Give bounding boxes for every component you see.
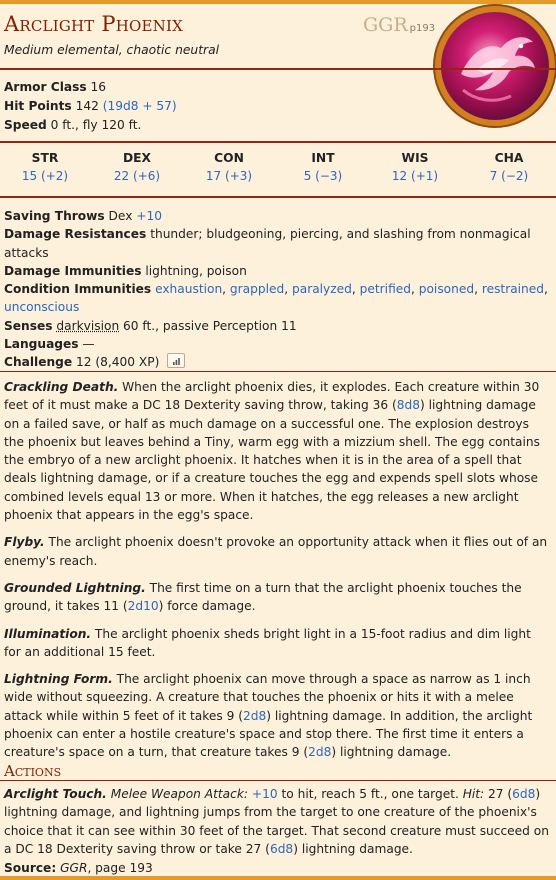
dice-roll-link[interactable]: 6d8: [512, 787, 535, 801]
condition-link-unconscious[interactable]: unconscious: [4, 300, 79, 314]
monster-token-image[interactable]: [441, 12, 549, 120]
challenge: Challenge 12 (8,400 XP): [4, 353, 548, 371]
traits-list: Crackling Death. When the arclight phoen…: [4, 378, 550, 771]
trait-grounded-lightning: Grounded Lightning. The first time on a …: [4, 580, 522, 614]
trait-crackling-death: Crackling Death. When the arclight phoen…: [4, 380, 540, 523]
condition-link-grappled[interactable]: grappled: [230, 282, 284, 296]
ability-dex[interactable]: DEX 22 (+6): [97, 151, 177, 183]
dice-roll-link[interactable]: 2d8: [243, 709, 266, 723]
darkvision-link[interactable]: darkvision: [56, 319, 119, 333]
source-book-link[interactable]: GGR: [60, 861, 87, 875]
dice-roll-link[interactable]: 8d8: [397, 398, 420, 412]
action-arclight-touch: Arclight Touch. Melee Weapon Attack: +10…: [4, 787, 549, 856]
ability-con[interactable]: CON 17 (+3): [189, 151, 269, 183]
condition-link-petrified[interactable]: petrified: [360, 282, 411, 296]
monster-name: Arclight Phoenix: [4, 12, 183, 36]
ability-int[interactable]: INT 5 (−3): [283, 151, 363, 183]
core-properties: Armor Class 16 Hit Points 142 (19d8 + 57…: [4, 78, 177, 135]
senses: Senses darkvision 60 ft., passive Percep…: [4, 318, 297, 333]
hit-points: Hit Points 142 (19d8 + 57): [4, 99, 177, 113]
damage-immunities: Damage Immunities lightning, poison: [4, 263, 247, 278]
actions-divider: [0, 780, 556, 781]
statblock: Arclight Phoenix GGR p193 Medium elementa…: [0, 0, 556, 880]
abilities-top-divider: [0, 141, 556, 143]
saving-throws: Saving Throws Dex +10: [4, 209, 163, 223]
bar-chart-icon[interactable]: [167, 353, 186, 369]
monster-details: Saving Throws Dex +10 Damage Resistances…: [4, 207, 548, 372]
condition-link-restrained[interactable]: restrained: [482, 282, 544, 296]
trait-lightning-form: Lightning Form. The arclight phoenix can…: [4, 672, 533, 760]
dice-roll-link[interactable]: 2d10: [128, 599, 159, 613]
hp-roll-link[interactable]: (19d8 + 57): [103, 99, 177, 113]
damage-resistances: Damage Resistances thunder; bludgeoning,…: [4, 227, 531, 260]
phoenix-icon: [461, 37, 535, 102]
monster-type: Medium elemental, chaotic neutral: [4, 43, 220, 57]
source-badge[interactable]: GGR p193: [363, 14, 435, 36]
save-roll-link[interactable]: +10: [136, 209, 162, 223]
source-page: p193: [409, 23, 436, 34]
condition-link-paralyzed[interactable]: paralyzed: [292, 282, 352, 296]
source-footer: Source: GGR, page 193: [4, 861, 153, 875]
source-abbr: GGR: [363, 14, 408, 36]
dice-roll-link[interactable]: 2d8: [308, 745, 331, 759]
dice-roll-link[interactable]: 6d8: [270, 842, 293, 856]
armor-class: Armor Class 16: [4, 80, 107, 94]
traits-divider: [0, 371, 556, 372]
speed: Speed 0 ft., fly 120 ft.: [4, 118, 142, 132]
condition-link-exhaustion[interactable]: exhaustion: [155, 282, 222, 296]
languages: Languages —: [4, 337, 95, 352]
header-divider: [0, 68, 556, 70]
ability-cha[interactable]: CHA 7 (−2): [469, 151, 549, 183]
actions-heading: Actions: [4, 762, 62, 780]
attack-roll-link[interactable]: +10: [252, 787, 278, 801]
trait-flyby: Flyby. The arclight phoenix doesn't prov…: [4, 535, 548, 568]
ability-str[interactable]: STR 15 (+2): [5, 151, 85, 183]
ability-wis[interactable]: WIS 12 (+1): [375, 151, 455, 183]
trait-illumination: Illumination. The arclight phoenix sheds…: [4, 626, 531, 659]
abilities-bottom-divider: [0, 196, 556, 198]
condition-link-poisoned[interactable]: poisoned: [419, 282, 474, 296]
condition-immunities: Condition Immunities exhaustion, grapple…: [4, 282, 548, 315]
actions-list: Arclight Touch. Melee Weapon Attack: +10…: [4, 785, 550, 867]
